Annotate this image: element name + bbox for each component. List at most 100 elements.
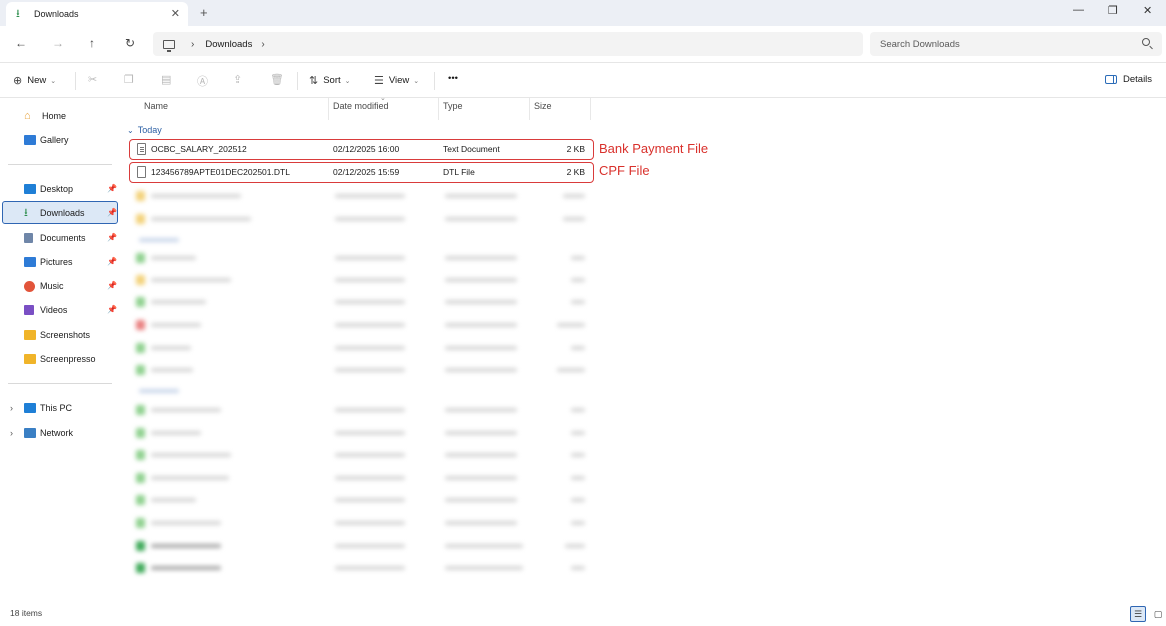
pin-icon[interactable]: 📌 — [107, 281, 117, 290]
more-options-button[interactable]: ••• — [448, 73, 458, 84]
sidebar-item-label: Home — [42, 111, 67, 121]
up-button[interactable]: ↑ — [89, 36, 95, 50]
blurred-row — [133, 233, 589, 247]
search-icon — [1142, 38, 1150, 46]
status-bar: 18 items ☰ ▢ — [0, 601, 1166, 626]
blurred-row — [133, 516, 589, 530]
new-tab-button[interactable]: + — [200, 5, 208, 20]
desktop-icon — [24, 184, 36, 194]
more-label: ••• — [448, 73, 458, 84]
sidebar-item-label: Downloads — [40, 208, 85, 218]
sidebar-item-label: Videos — [40, 305, 68, 315]
forward-button[interactable]: → — [52, 36, 64, 50]
tab-downloads[interactable]: ⭳ Downloads ✕ — [6, 2, 188, 26]
new-label: New — [27, 75, 47, 86]
download-icon: ⭳ — [24, 206, 28, 219]
divider — [8, 383, 112, 384]
sidebar-item-network[interactable]: Network — [24, 425, 73, 441]
sidebar-item-documents[interactable]: Documents — [24, 230, 86, 246]
download-icon: ⭳ — [16, 7, 20, 20]
sidebar-item-gallery[interactable]: Gallery — [24, 132, 69, 148]
blurred-row — [133, 493, 589, 507]
breadcrumb-downloads[interactable]: Downloads — [205, 39, 252, 50]
pin-icon[interactable]: 📌 — [107, 257, 117, 266]
sidebar-item-downloads[interactable]: ⭳ Downloads — [24, 205, 85, 221]
details-button[interactable]: Details — [1105, 74, 1152, 85]
column-header-type[interactable]: Type — [443, 101, 463, 111]
column-header-size[interactable]: Size — [534, 101, 552, 111]
tab-close-icon[interactable]: ✕ — [171, 7, 180, 20]
cut-icon[interactable]: ✂ — [88, 73, 97, 86]
sidebar-item-label: Network — [40, 428, 74, 438]
search-input[interactable]: Search Downloads — [870, 32, 1162, 56]
refresh-button[interactable]: ↻ — [125, 36, 135, 50]
column-separator[interactable] — [590, 98, 591, 120]
sidebar-item-pictures[interactable]: Pictures — [24, 254, 73, 270]
sidebar-item-label: Screenshots — [40, 330, 91, 340]
chevron-right-icon[interactable]: › — [10, 403, 13, 413]
group-header-today[interactable]: ⌄ Today — [127, 125, 162, 135]
new-button[interactable]: ⊕ New ⌄ — [13, 74, 56, 87]
sidebar-item-screenpresso[interactable]: Screenpresso — [24, 351, 96, 367]
sidebar-item-videos[interactable]: Videos — [24, 302, 67, 318]
column-separator[interactable] — [529, 98, 530, 120]
back-button[interactable]: ← — [15, 36, 27, 50]
navigation-pane: ⌂ Home Gallery Desktop 📌 ⭳ Downloads 📌 D… — [0, 98, 121, 601]
tiles-view-button[interactable]: ▢ — [1150, 606, 1166, 622]
sort-button[interactable]: ⇅ Sort ⌄ — [309, 74, 351, 87]
copy-icon[interactable]: ❐ — [124, 73, 134, 86]
sidebar-item-label: Music — [40, 281, 64, 291]
sidebar-item-screenshots[interactable]: Screenshots — [24, 327, 90, 343]
close-button[interactable]: ✕ — [1143, 4, 1152, 17]
minimize-button[interactable]: — — [1073, 4, 1084, 16]
chevron-down-icon: ⌄ — [50, 77, 57, 85]
sidebar-item-music[interactable]: Music — [24, 278, 64, 294]
column-header-date[interactable]: Date modified — [333, 101, 389, 111]
computer-icon — [24, 403, 36, 413]
details-view-button[interactable]: ☰ — [1130, 606, 1146, 622]
pin-icon[interactable]: 📌 — [107, 208, 117, 217]
sidebar-item-label: This PC — [40, 403, 73, 413]
divider — [297, 72, 298, 90]
breadcrumb-chevron[interactable]: › — [261, 39, 264, 50]
sidebar-item-this-pc[interactable]: This PC — [24, 400, 72, 416]
pin-icon[interactable]: 📌 — [107, 233, 117, 242]
rename-icon[interactable]: Ⓐ — [197, 73, 208, 89]
plus-circle-icon: ⊕ — [13, 75, 23, 87]
column-separator[interactable] — [438, 98, 439, 120]
share-icon[interactable]: ⇪ — [233, 73, 242, 86]
annotation-bank-payment: Bank Payment File — [599, 141, 709, 156]
pin-icon[interactable]: 📌 — [107, 305, 117, 314]
sidebar-item-home[interactable]: ⌂ Home — [24, 108, 66, 124]
pin-icon[interactable]: 📌 — [107, 184, 117, 193]
paste-icon[interactable]: ▤ — [161, 73, 171, 86]
delete-icon[interactable]: 🗑 — [270, 73, 284, 86]
details-pane-icon — [1105, 75, 1117, 84]
sidebar-item-label: Pictures — [40, 257, 73, 267]
sidebar-item-desktop[interactable]: Desktop — [24, 181, 73, 197]
blurred-row — [133, 295, 589, 309]
documents-icon — [24, 233, 33, 243]
chevron-right-icon[interactable]: › — [10, 428, 13, 438]
address-bar[interactable]: › Downloads › — [153, 32, 863, 56]
blurred-row — [133, 273, 589, 287]
maximize-button[interactable]: ❐ — [1108, 4, 1118, 17]
tab-title: Downloads — [34, 9, 79, 19]
title-bar: ⭳ Downloads ✕ + — ❐ ✕ — [0, 0, 1166, 26]
breadcrumb-separator[interactable]: › — [191, 39, 194, 50]
blurred-row — [133, 471, 589, 485]
chevron-down-icon: ⌄ — [344, 77, 351, 85]
highlight-box — [129, 162, 594, 183]
blurred-row — [133, 561, 589, 575]
view-lines-icon: ☰ — [374, 75, 384, 87]
column-separator[interactable] — [328, 98, 329, 120]
sidebar-item-label: Screenpresso — [40, 354, 96, 364]
view-button[interactable]: ☰ View ⌄ — [374, 74, 419, 87]
column-header-name[interactable]: Name — [144, 101, 168, 111]
highlight-box — [129, 139, 594, 160]
network-icon — [24, 428, 36, 438]
sidebar-item-label: Documents — [40, 233, 86, 243]
search-placeholder: Search Downloads — [880, 38, 960, 50]
blurred-row — [133, 318, 589, 332]
file-list: Name ⌄ Date modified Type Size ⌄ Today O… — [121, 95, 1166, 601]
